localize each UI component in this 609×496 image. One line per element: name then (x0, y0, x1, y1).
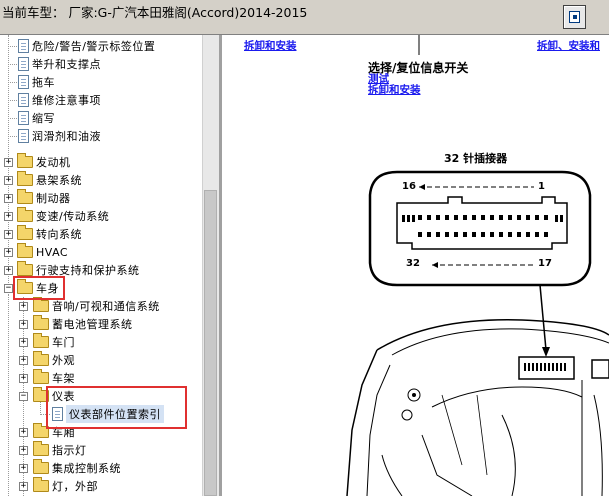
tree-item-doors[interactable]: 车门 (33, 333, 75, 351)
content-pane: 拆卸和安装 拆卸、安装和 选择/复位信息开关 测试 拆卸和安装 32 针插接器 (222, 35, 609, 496)
expand-toggle[interactable]: + (4, 266, 13, 275)
tree-item-transmission[interactable]: 变速/传动系统 (17, 207, 109, 225)
window-title: 当前车型： 厂家:G-广汽本田雅阁(Accord)2014-2015 (2, 5, 308, 20)
folder-icon (17, 207, 33, 222)
tree-item-indicators[interactable]: 指示灯 (33, 441, 87, 459)
expand-toggle[interactable]: + (19, 356, 28, 365)
tree-item-exterior-lights[interactable]: 灯，外部 (33, 477, 98, 495)
highlight-box-body (13, 276, 65, 300)
expand-toggle[interactable]: + (19, 374, 28, 383)
pin-label-32: 32 (406, 258, 420, 269)
expand-toggle[interactable]: + (4, 194, 13, 203)
folder-icon (33, 315, 49, 330)
document-icon (18, 111, 29, 125)
tree-item-steering[interactable]: 转向系统 (17, 225, 82, 243)
collapse-toggle[interactable]: − (4, 284, 13, 293)
expand-toggle[interactable]: + (4, 176, 13, 185)
document-icon (18, 57, 29, 71)
document-icon (18, 93, 29, 107)
navigation-tree[interactable]: 危险/警告/警示标签位置 举升和支撑点 拖车 维修注意事项 缩写 润滑剂和油液 … (0, 35, 202, 496)
tree-item-hvac[interactable]: HVAC (17, 243, 68, 261)
collapse-toggle[interactable]: − (19, 392, 28, 401)
window-icon (569, 11, 580, 23)
folder-icon (17, 171, 33, 186)
folder-icon (33, 441, 49, 456)
title-bar: 当前车型： 厂家:G-广汽本田雅阁(Accord)2014-2015 (0, 0, 609, 35)
folder-icon (33, 297, 49, 312)
expand-toggle[interactable]: + (4, 158, 13, 167)
folder-icon (17, 225, 33, 240)
tree-item-lift-points[interactable]: 举升和支撑点 (18, 55, 101, 73)
folder-icon (33, 351, 49, 366)
document-icon (18, 129, 29, 143)
tree-item-hazard-labels[interactable]: 危险/警告/警示标签位置 (18, 37, 155, 55)
folder-icon (17, 189, 33, 204)
folder-icon (17, 261, 33, 276)
tree-item-abbreviations[interactable]: 缩写 (18, 109, 55, 127)
document-icon (18, 75, 29, 89)
tree-scrollbar-thumb[interactable] (204, 190, 217, 496)
expand-toggle[interactable]: + (4, 212, 13, 221)
tree-item-fluids[interactable]: 润滑剂和油液 (18, 127, 101, 145)
tree-item-suspension[interactable]: 悬架系统 (17, 171, 82, 189)
pin-label-16: 16 (402, 181, 416, 192)
expand-toggle[interactable]: + (19, 302, 28, 311)
document-icon (18, 39, 29, 53)
restore-window-button[interactable] (563, 5, 586, 29)
expand-toggle[interactable]: + (19, 482, 28, 491)
expand-toggle[interactable]: + (4, 248, 13, 257)
folder-icon (33, 477, 49, 492)
expand-toggle[interactable]: + (19, 446, 28, 455)
tree-item-engine[interactable]: 发动机 (17, 153, 71, 171)
pin-label-1: 1 (538, 181, 545, 192)
expand-toggle[interactable]: + (19, 338, 28, 347)
tree-item-service-precautions[interactable]: 维修注意事项 (18, 91, 101, 109)
expand-toggle[interactable]: + (19, 464, 28, 473)
folder-icon (33, 333, 49, 348)
highlight-box-instruments (46, 386, 187, 429)
tree-item-towing[interactable]: 拖车 (18, 73, 55, 91)
expand-toggle[interactable]: + (4, 230, 13, 239)
pin-label-17: 17 (538, 258, 552, 269)
folder-icon (33, 369, 49, 384)
folder-icon (17, 153, 33, 168)
tree-item-integrated-control[interactable]: 集成控制系统 (33, 459, 121, 477)
tree-item-exterior[interactable]: 外观 (33, 351, 75, 369)
expand-toggle[interactable]: + (19, 428, 28, 437)
folder-icon (17, 243, 33, 258)
expand-toggle[interactable]: + (19, 320, 28, 329)
tree-item-battery-management[interactable]: 蓄电池管理系统 (33, 315, 133, 333)
tree-item-brakes[interactable]: 制动器 (17, 189, 71, 207)
folder-icon (33, 459, 49, 474)
tree-item-frame[interactable]: 车架 (33, 369, 75, 387)
